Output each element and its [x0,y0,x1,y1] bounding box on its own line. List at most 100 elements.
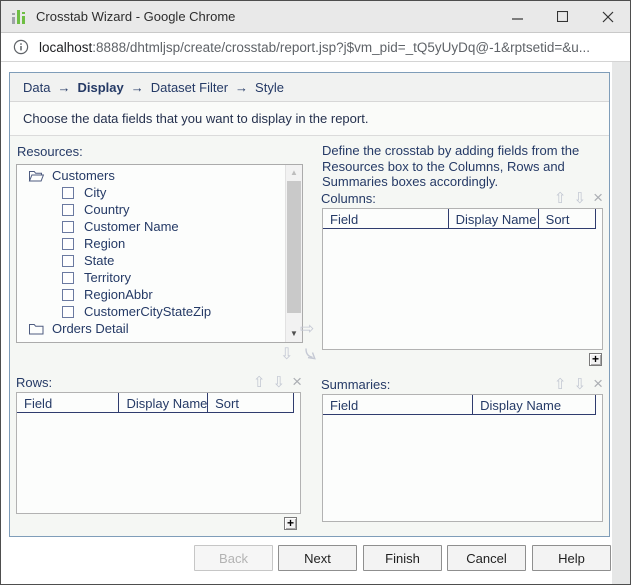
tree-node-label: State [84,253,115,268]
folder-open-icon [28,170,45,181]
resources-tree[interactable]: Customers City Country Customer Name Reg… [16,164,303,343]
breadcrumb-arrow-icon: → [235,79,249,95]
checkbox[interactable] [62,220,74,233]
tree-node-label: Country [84,202,130,217]
column-header-display-name: Display Name [473,395,596,415]
rows-panel-header: Rows: ⇧ ⇩ × [16,373,302,391]
app-chart-icon [12,9,25,24]
maximize-button[interactable] [540,1,585,32]
crosstab-wizard-panel: Data → Display → Dataset Filter → Style … [9,72,610,537]
move-down-icon[interactable]: ⇩ [272,375,285,390]
columns-panel-header: Columns: ⇧ ⇩ × [321,189,603,207]
next-button[interactable]: Next [278,545,357,571]
help-button[interactable]: Help [532,545,611,571]
tree-node-orders-detail[interactable]: Orders Detail [17,320,302,337]
cancel-button[interactable]: Cancel [447,545,526,571]
add-column-button[interactable]: + [589,353,602,366]
add-to-summaries-arrow-icon[interactable] [301,345,320,364]
tree-field-state[interactable]: State [17,252,302,269]
columns-table-header: Field Display Name Sort [323,209,596,229]
checkbox[interactable] [62,203,74,216]
browser-window: Crosstab Wizard - Google Chrome localhos… [0,0,631,585]
tree-field-regionabbr[interactable]: RegionAbbr [17,286,302,303]
page-content: Data → Display → Dataset Filter → Style … [1,62,630,584]
tree-node-label: Customers [52,168,115,183]
close-button[interactable] [585,1,630,32]
checkbox[interactable] [62,254,74,267]
info-icon[interactable] [13,39,29,55]
checkbox[interactable] [62,186,74,199]
tree-scrollbar[interactable]: ▲ ▼ [285,165,302,342]
summaries-label: Summaries: [321,377,391,392]
breadcrumb-arrow-icon: → [130,79,144,95]
column-header-field: Field [323,395,474,415]
url-bar[interactable]: localhost:8888/dhtmljsp/create/crosstab/… [1,32,630,62]
checkbox[interactable] [62,288,74,301]
wizard-content: Resources: Customers City Country Custom… [10,136,609,534]
tree-node-label: Region [84,236,126,251]
checkbox[interactable] [62,305,74,318]
breadcrumb-step-display[interactable]: Display [77,80,123,95]
tree-field-city[interactable]: City [17,184,302,201]
column-header-field: Field [323,209,449,229]
url-path: :8888/dhtmljsp/create/crosstab/report.js… [92,39,590,55]
tree-node-label: Territory [84,270,131,285]
checkbox[interactable] [62,237,74,250]
add-to-columns-arrow-icon[interactable]: ⇨ [300,320,314,337]
column-header-sort: Sort [208,393,294,413]
back-button: Back [194,545,273,571]
breadcrumb-step-style[interactable]: Style [255,80,284,95]
folder-closed-icon [29,323,44,334]
breadcrumb-step-data[interactable]: Data [23,80,50,95]
move-up-icon[interactable]: ⇧ [554,377,567,392]
breadcrumb: Data → Display → Dataset Filter → Style [10,73,609,102]
window-title: Crosstab Wizard - Google Chrome [36,9,236,24]
rows-label: Rows: [16,375,53,390]
remove-icon[interactable]: × [593,375,603,392]
maximize-icon [557,11,568,22]
summaries-table[interactable]: Field Display Name [322,394,603,522]
breadcrumb-step-dataset-filter[interactable]: Dataset Filter [151,80,228,95]
tree-node-label: CustomerCityStateZip [84,304,212,319]
scroll-up-icon[interactable]: ▲ [286,165,302,180]
column-header-display-name: Display Name [448,209,539,229]
column-header-sort: Sort [538,209,596,229]
remove-icon[interactable]: × [292,373,302,390]
tree-node-label: RegionAbbr [84,287,153,302]
rows-table-header: Field Display Name Sort [17,393,294,413]
minimize-icon [512,18,523,20]
tree-field-region[interactable]: Region [17,235,302,252]
url-text[interactable]: localhost:8888/dhtmljsp/create/crosstab/… [39,40,590,55]
add-to-rows-arrow-icon[interactable]: ⇩ [280,346,293,363]
tree-node-label: City [84,185,107,200]
tree-field-customercitystatezip[interactable]: CustomerCityStateZip [17,303,302,320]
tree-node-label: Orders Detail [52,321,129,336]
minimize-button[interactable] [495,1,540,32]
finish-button[interactable]: Finish [363,545,442,571]
tree-field-customer-name[interactable]: Customer Name [17,218,302,235]
breadcrumb-arrow-icon: → [57,79,71,95]
resources-label: Resources: [17,144,83,159]
close-icon [602,11,613,22]
title-bar: Crosstab Wizard - Google Chrome [1,1,630,32]
columns-label: Columns: [321,191,376,206]
move-down-icon[interactable]: ⇩ [573,377,586,392]
move-up-icon[interactable]: ⇧ [554,191,567,206]
tree-field-country[interactable]: Country [17,201,302,218]
page-scrollbar[interactable] [612,62,630,584]
add-row-button[interactable]: + [284,517,297,530]
columns-table[interactable]: Field Display Name Sort [322,208,603,350]
tree-node-label: Customer Name [84,219,179,234]
scrollbar-thumb[interactable] [287,181,301,313]
remove-icon[interactable]: × [593,189,603,206]
url-host: localhost [39,39,93,55]
column-header-display-name: Display Name [119,393,209,413]
move-up-icon[interactable]: ⇧ [253,375,266,390]
define-crosstab-text: Define the crosstab by adding fields fro… [322,143,580,189]
move-down-icon[interactable]: ⇩ [573,191,586,206]
rows-table[interactable]: Field Display Name Sort [16,392,301,514]
instruction-text: Choose the data fields that you want to … [10,102,609,136]
tree-node-customers[interactable]: Customers [17,167,302,184]
tree-field-territory[interactable]: Territory [17,269,302,286]
checkbox[interactable] [62,271,74,284]
